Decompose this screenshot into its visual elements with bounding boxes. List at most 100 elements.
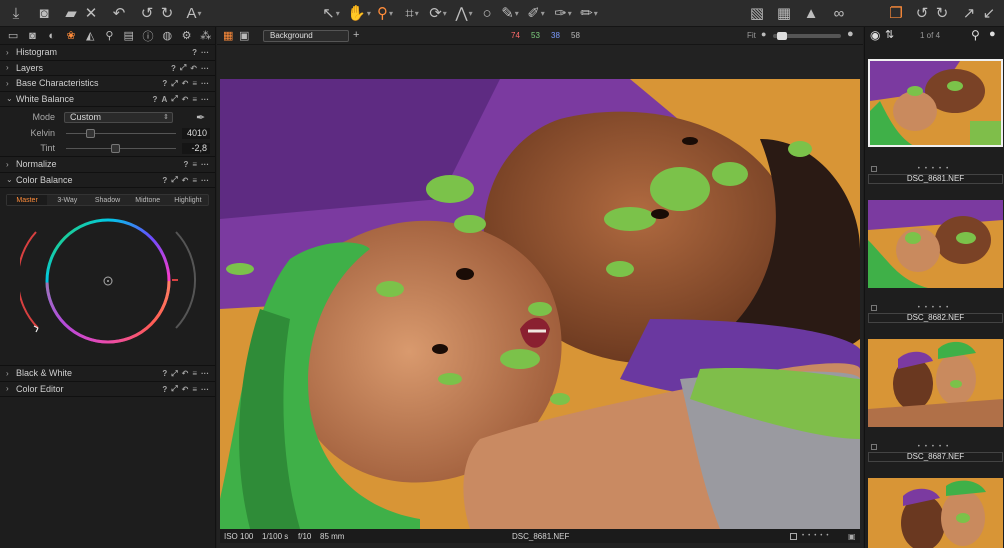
- copy-icon[interactable]: ⤢: [171, 175, 177, 185]
- copy-icon[interactable]: ⤢: [171, 384, 177, 394]
- color-tab-icon[interactable]: ❀: [62, 28, 80, 44]
- menu-icon[interactable]: ≡: [192, 176, 197, 185]
- more-icon[interactable]: ···: [201, 176, 209, 185]
- more-icon[interactable]: ···: [201, 369, 209, 378]
- help-icon[interactable]: ?: [162, 176, 167, 185]
- color-editor-section[interactable]: › Color Editor ? ⤢ ↶ ≡ ···: [0, 382, 215, 397]
- normalize-section[interactable]: › Normalize ? ≡ ···: [0, 157, 215, 173]
- layer-select[interactable]: Background: [263, 30, 349, 42]
- color-wheel[interactable]: [20, 216, 200, 352]
- rotate-right-icon[interactable]: ↻: [929, 0, 955, 26]
- select-checkbox[interactable]: [790, 532, 797, 540]
- layers-section[interactable]: › Layers ? ⤢ ↶ ···: [0, 61, 215, 76]
- single-view-icon[interactable]: ▣: [239, 29, 249, 42]
- redo-icon[interactable]: ↻: [154, 0, 180, 26]
- brush-icon[interactable]: ✎: [497, 0, 523, 26]
- menu-icon[interactable]: ≡: [192, 160, 197, 169]
- more-icon[interactable]: ···: [201, 48, 209, 57]
- select-cursor-icon[interactable]: ↖: [318, 0, 344, 26]
- camera-icon[interactable]: ◙: [31, 0, 57, 26]
- thumbnail-1-stars[interactable]: •••••: [868, 165, 1003, 174]
- reset-icon[interactable]: ↶: [190, 64, 197, 73]
- pan-hand-icon[interactable]: ✋: [346, 0, 372, 26]
- menu-icon[interactable]: ≡: [192, 79, 197, 88]
- glasses-icon[interactable]: ∞: [826, 0, 852, 26]
- capture-tab-icon[interactable]: ◙: [23, 28, 41, 44]
- metadata-tab-icon[interactable]: ▤: [120, 28, 138, 44]
- more-icon[interactable]: ···: [201, 385, 209, 394]
- import-icon[interactable]: ⤓: [3, 0, 29, 26]
- more-icon[interactable]: ···: [201, 95, 209, 104]
- tab-shadow[interactable]: Shadow: [87, 195, 127, 205]
- main-image[interactable]: [220, 79, 860, 529]
- white-balance-section[interactable]: ⌄ White Balance ? A ⤢ ↶ ≡ ···: [0, 92, 215, 107]
- wb-mode-select[interactable]: Custom: [64, 111, 173, 123]
- menu-icon[interactable]: ≡: [192, 385, 197, 394]
- reset-icon[interactable]: ↶: [182, 385, 189, 394]
- thumbnail-2[interactable]: [868, 200, 1003, 288]
- batch-tab-icon[interactable]: ⚙: [177, 28, 195, 44]
- help-icon[interactable]: ?: [162, 369, 167, 378]
- add-layer-icon[interactable]: +: [353, 29, 359, 41]
- thumbnail-1[interactable]: [868, 59, 1003, 147]
- auto-button[interactable]: A: [161, 95, 167, 104]
- reset-icon[interactable]: ↶: [182, 95, 189, 104]
- base-characteristics-section[interactable]: › Base Characteristics ? ⤢ ↶ ≡ ···: [0, 76, 215, 92]
- rating-stars[interactable]: •••••: [802, 533, 833, 539]
- thumbnail-3-stars[interactable]: •••••: [868, 443, 1003, 452]
- thumbnail-2-stars[interactable]: •••••: [868, 304, 1003, 313]
- help-icon[interactable]: ?: [183, 160, 188, 169]
- crop-icon[interactable]: ⌗: [399, 0, 425, 26]
- kelvin-slider[interactable]: [66, 129, 176, 138]
- help-icon[interactable]: ?: [162, 79, 167, 88]
- collapse-icon[interactable]: ↙: [976, 0, 1002, 26]
- copy-icon[interactable]: ⤢: [180, 63, 186, 73]
- kelvin-value[interactable]: 4010: [182, 127, 210, 139]
- help-icon[interactable]: ?: [162, 385, 167, 394]
- tint-slider[interactable]: [66, 144, 176, 153]
- adjust-tab-icon[interactable]: ⓘ: [139, 28, 157, 44]
- zoom-slider[interactable]: [773, 32, 841, 40]
- histogram-section[interactable]: › Histogram ? ···: [0, 45, 215, 61]
- user-icon[interactable]: ●: [989, 28, 996, 40]
- reset-icon[interactable]: ↶: [182, 176, 189, 185]
- more-icon[interactable]: ···: [201, 160, 209, 169]
- menu-icon[interactable]: ≡: [192, 369, 197, 378]
- copy-adjust-icon[interactable]: ❐: [883, 0, 909, 26]
- undo-all-icon[interactable]: ↶: [106, 0, 132, 26]
- eye-icon[interactable]: ◉: [870, 28, 880, 42]
- color-balance-section[interactable]: ⌄ Color Balance ? ⤢ ↶ ≡ ···: [0, 173, 215, 188]
- exposure-tab-icon[interactable]: ◭: [81, 28, 99, 44]
- thumbnail-4[interactable]: [868, 478, 1003, 548]
- detail-tab-icon[interactable]: ⚲: [100, 28, 118, 44]
- lens-tab-icon[interactable]: ◐: [43, 28, 61, 44]
- search-icon[interactable]: ⚲: [971, 28, 980, 42]
- output-tab-icon[interactable]: ◍: [158, 28, 176, 44]
- grid-icon[interactable]: ▦: [771, 0, 797, 26]
- tint-value[interactable]: -2,8: [182, 142, 210, 154]
- tab-3-way[interactable]: 3-Way: [47, 195, 87, 205]
- close-icon[interactable]: ✕: [78, 0, 104, 26]
- loupe-icon[interactable]: ⚲: [372, 0, 398, 26]
- menu-icon[interactable]: ≡: [192, 95, 197, 104]
- copy-icon[interactable]: ⤢: [171, 369, 177, 379]
- more-icon[interactable]: ···: [201, 79, 209, 88]
- text-icon[interactable]: A: [181, 0, 207, 26]
- black-white-section[interactable]: › Black & White ? ⤢ ↶ ≡ ···: [0, 366, 215, 382]
- multi-view-icon[interactable]: ▦: [223, 29, 233, 42]
- tab-master[interactable]: Master: [7, 195, 48, 205]
- fit-label[interactable]: Fit: [747, 31, 756, 40]
- tint-slider-thumb[interactable]: [111, 144, 120, 153]
- more-icon[interactable]: ···: [201, 64, 209, 73]
- eyedropper-icon[interactable]: ✒: [196, 111, 205, 124]
- reset-icon[interactable]: ↶: [182, 79, 189, 88]
- kelvin-slider-thumb[interactable]: [86, 129, 95, 138]
- styles-tab-icon[interactable]: ⁂: [197, 28, 215, 44]
- gradient-icon[interactable]: ✏: [576, 0, 602, 26]
- zoom-slider-thumb[interactable]: [777, 32, 787, 40]
- library-tab-icon[interactable]: ▭: [4, 28, 22, 44]
- copy-icon[interactable]: ⤢: [171, 94, 177, 104]
- exposure-warning-icon[interactable]: ▲: [798, 0, 824, 26]
- fill-icon[interactable]: ✑: [550, 0, 576, 26]
- proof-icon[interactable]: ▧: [744, 0, 770, 26]
